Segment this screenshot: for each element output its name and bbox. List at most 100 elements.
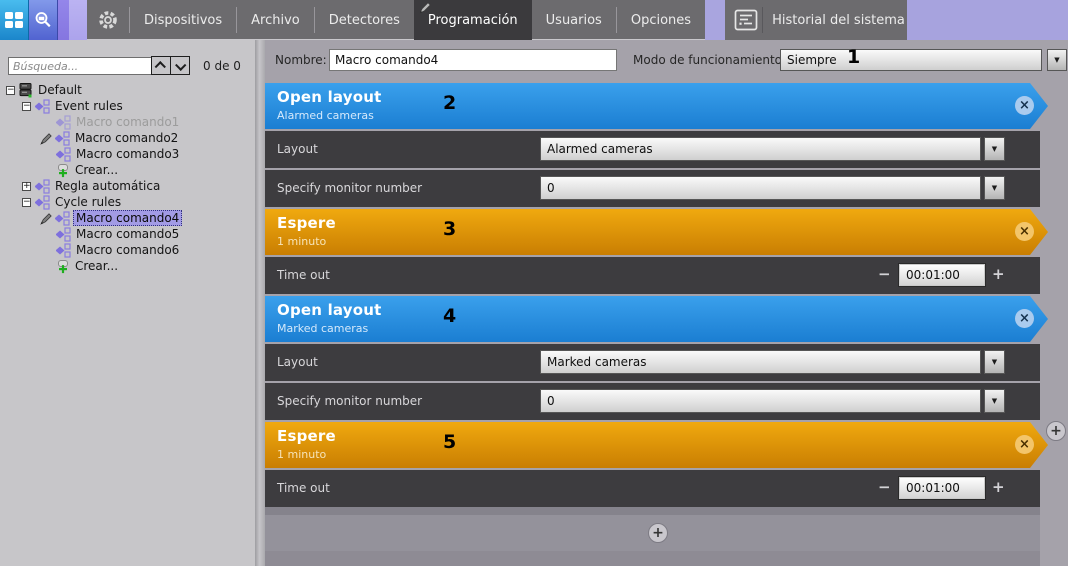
expand-icon[interactable]: + bbox=[22, 181, 31, 191]
tree-item-regla-autom-tica[interactable]: + Regla automática bbox=[0, 178, 253, 194]
grid-icon bbox=[5, 12, 23, 28]
settings-button[interactable] bbox=[87, 0, 129, 40]
action-subtitle: Alarmed cameras bbox=[277, 109, 374, 122]
monitor-select[interactable]: 0 bbox=[540, 176, 981, 200]
mode-dropdown-button[interactable]: ▼ bbox=[1047, 49, 1067, 71]
annotation-2: 2 bbox=[443, 92, 457, 114]
annotation-3: 3 bbox=[443, 218, 457, 240]
tab-detectores[interactable]: Detectores bbox=[315, 0, 414, 40]
sidebar-splitter[interactable] bbox=[255, 40, 265, 566]
rule-icon bbox=[56, 242, 71, 258]
tree-item-default[interactable]: − Default bbox=[0, 82, 253, 98]
decrement-button[interactable]: − bbox=[878, 265, 891, 283]
tab-archivo[interactable]: Archivo bbox=[237, 0, 314, 40]
action-title: Espere bbox=[277, 214, 336, 232]
dropdown-button[interactable]: ▼ bbox=[984, 137, 1005, 161]
footer-shadow-strip bbox=[265, 507, 1040, 515]
tab-label: Usuarios bbox=[545, 12, 602, 28]
tree-item-cycle-rules[interactable]: − Cycle rules bbox=[0, 194, 253, 210]
dropdown-button[interactable]: ▼ bbox=[984, 176, 1005, 200]
dropdown-button[interactable]: ▼ bbox=[984, 350, 1005, 374]
close-icon[interactable]: × bbox=[1015, 96, 1034, 115]
tree-item-macro-comando5[interactable]: Macro comando5 bbox=[0, 226, 253, 242]
system-history-button[interactable]: Historial del sistema bbox=[725, 0, 908, 40]
action-header-open-layout-1: Open layout Alarmed cameras 2 × bbox=[265, 83, 1048, 129]
global-search-button[interactable] bbox=[29, 0, 58, 40]
server-icon bbox=[19, 82, 33, 98]
layout-select[interactable]: Alarmed cameras bbox=[540, 137, 981, 161]
collapse-icon[interactable]: − bbox=[22, 197, 31, 207]
tree-item-crear[interactable]: Crear... bbox=[0, 258, 253, 274]
action-title: Open layout bbox=[277, 88, 382, 106]
action-header-wait-2: Espere 1 minuto 5 × bbox=[265, 422, 1048, 468]
action-title: Espere bbox=[277, 427, 336, 445]
tree-item-label: Macro comando4 bbox=[73, 210, 183, 226]
mode-label: Modo de funcionamiento bbox=[633, 53, 783, 67]
accent-strip-dark bbox=[58, 0, 69, 40]
rule-icon bbox=[55, 130, 70, 146]
search-input[interactable] bbox=[8, 57, 154, 75]
accent-strip-light bbox=[69, 0, 87, 40]
tab-programacion[interactable]: Programación bbox=[413, 0, 532, 40]
layout-select[interactable]: Marked cameras bbox=[540, 350, 981, 374]
rule-icon bbox=[35, 194, 50, 210]
pencil-icon bbox=[419, 2, 431, 14]
plus-icon: + bbox=[652, 525, 664, 541]
decrement-button[interactable]: − bbox=[878, 478, 891, 496]
plus-icon: + bbox=[1050, 423, 1062, 439]
tab-usuarios[interactable]: Usuarios bbox=[532, 0, 616, 40]
tab-label: Archivo bbox=[251, 12, 300, 28]
mode-value: Siempre bbox=[787, 53, 837, 67]
action-row-timeout: Time out − 00:01:00 + bbox=[265, 257, 1040, 294]
dropdown-button[interactable]: ▼ bbox=[984, 389, 1005, 413]
tree-item-macro-comando4[interactable]: Macro comando4 bbox=[0, 210, 253, 226]
rule-icon bbox=[55, 210, 70, 226]
action-row-monitor: Specify monitor number 0 ▼ bbox=[265, 170, 1040, 207]
name-label: Nombre: bbox=[275, 53, 327, 67]
layout-value: Alarmed cameras bbox=[547, 142, 653, 156]
monitor-select[interactable]: 0 bbox=[540, 389, 981, 413]
rule-icon bbox=[35, 178, 50, 194]
chevron-down-icon: ▼ bbox=[991, 184, 998, 192]
insert-action-button[interactable]: + bbox=[1046, 421, 1066, 441]
tab-dispositivos[interactable]: Dispositivos bbox=[130, 0, 236, 40]
close-icon[interactable]: × bbox=[1015, 309, 1034, 328]
macro-name-input[interactable] bbox=[329, 49, 617, 71]
application-window: Dispositivos Archivo Detectores Programa… bbox=[0, 0, 1068, 566]
tree-item-label: Macro comando5 bbox=[76, 227, 180, 241]
row-label: Specify monitor number bbox=[277, 181, 423, 195]
collapse-icon[interactable]: − bbox=[6, 85, 15, 95]
row-label: Time out bbox=[277, 268, 330, 282]
timeout-field[interactable]: 00:01:00 bbox=[899, 264, 985, 286]
layout-value: Marked cameras bbox=[547, 355, 647, 369]
mode-select[interactable]: Siempre bbox=[780, 49, 1042, 71]
increment-button[interactable]: + bbox=[992, 478, 1005, 496]
tree-item-event-rules[interactable]: − Event rules bbox=[0, 98, 253, 114]
close-icon[interactable]: × bbox=[1015, 222, 1034, 241]
tree-item-macro-comando6[interactable]: Macro comando6 bbox=[0, 242, 253, 258]
tree-item-crear[interactable]: Crear... bbox=[0, 162, 253, 178]
layouts-button[interactable] bbox=[0, 0, 29, 40]
search-prev-button[interactable] bbox=[151, 56, 171, 75]
timeout-field[interactable]: 00:01:00 bbox=[899, 477, 985, 499]
chevron-down-icon: ▼ bbox=[991, 145, 998, 153]
annotation-1: 1 bbox=[847, 46, 861, 68]
increment-button[interactable]: + bbox=[992, 265, 1005, 283]
search-next-button[interactable] bbox=[170, 56, 190, 75]
close-icon[interactable]: × bbox=[1015, 435, 1034, 454]
footer-bottom-strip bbox=[265, 551, 1040, 566]
row-label: Layout bbox=[277, 355, 318, 369]
collapse-icon[interactable]: − bbox=[22, 101, 31, 111]
tree-item-macro-comando3[interactable]: Macro comando3 bbox=[0, 146, 253, 162]
rules-sidebar: 0 de 0 −Default−Event rulesMacro comando… bbox=[0, 40, 255, 566]
toolbar-separator bbox=[762, 7, 764, 33]
tree-item-label: Macro comando2 bbox=[75, 131, 179, 145]
tree-item-macro-comando2[interactable]: Macro comando2 bbox=[0, 130, 253, 146]
macro-editor-panel: Nombre: Modo de funcionamiento Siempre 1… bbox=[265, 40, 1068, 566]
add-action-button[interactable]: + bbox=[648, 523, 668, 543]
pencil-icon bbox=[40, 132, 53, 145]
tab-opciones[interactable]: Opciones bbox=[617, 0, 705, 40]
rule-icon bbox=[56, 146, 71, 162]
tree-item-macro-comando1[interactable]: Macro comando1 bbox=[0, 114, 253, 130]
history-label: Historial del sistema bbox=[772, 12, 905, 28]
